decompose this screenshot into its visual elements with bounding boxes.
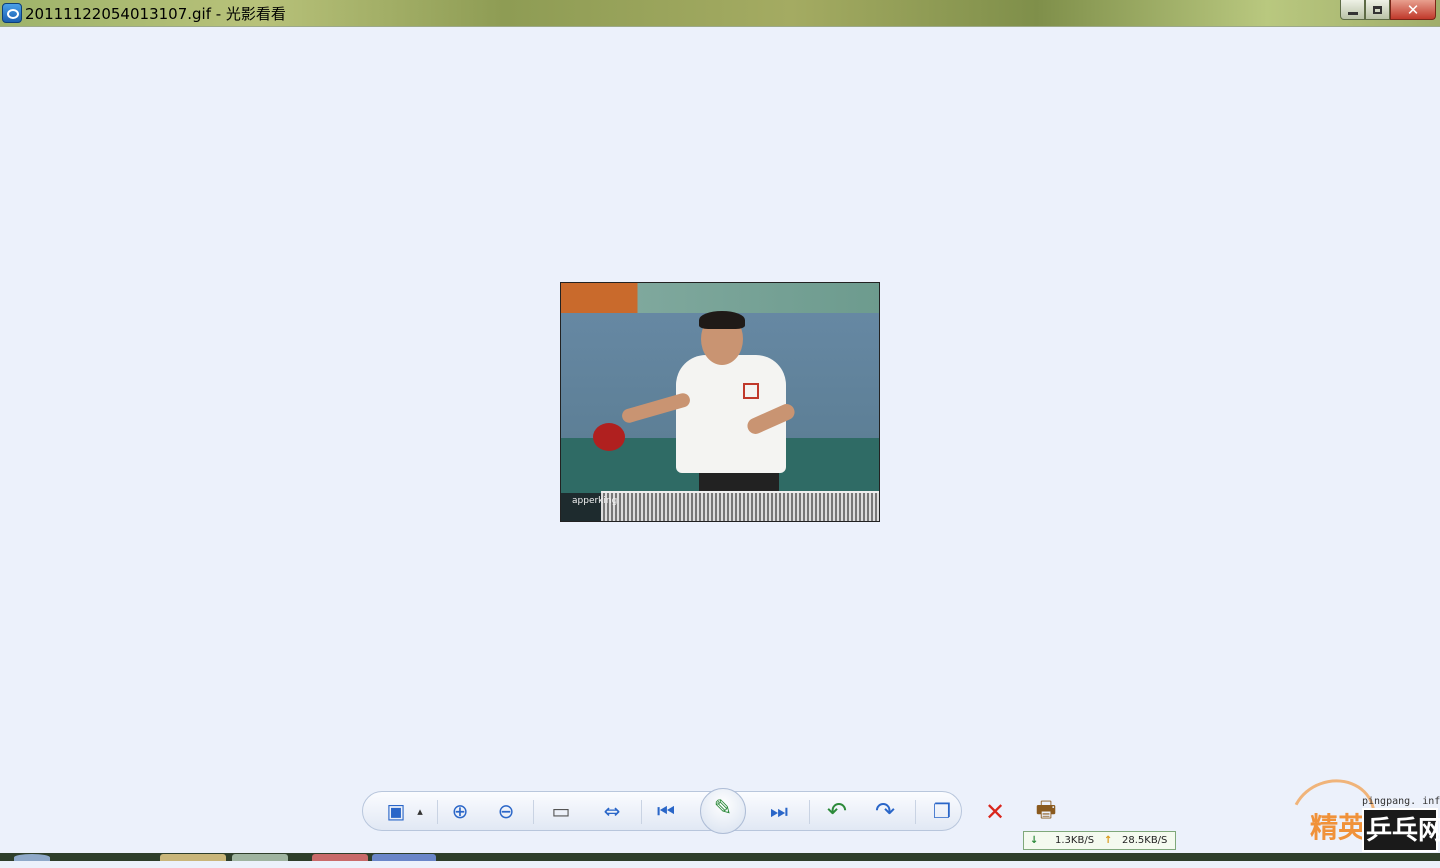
print-icon: 🖶 <box>1035 798 1057 823</box>
maximize-button[interactable] <box>1365 0 1390 20</box>
print-button[interactable]: 🖶 <box>1031 797 1061 827</box>
rotate-left-button[interactable]: ↶ <box>822 796 852 826</box>
zoom-out-icon: ⊖ <box>497 799 515 823</box>
actual-size-button[interactable]: ▭ <box>546 796 576 826</box>
taskbar-item[interactable] <box>372 854 436 861</box>
restore-icon <box>1373 5 1382 14</box>
site-url: pingpang. info <box>1362 796 1440 807</box>
window-title: 20111122054013107.gif - 光影看看 <box>25 5 286 23</box>
site-name-part1: 精英 <box>1310 811 1367 844</box>
picture-icon: ▣ <box>386 799 406 823</box>
minimize-icon <box>1347 11 1358 15</box>
taskbar-item[interactable] <box>160 854 226 861</box>
viewer-toolbar: ▣ ▴ ⊕ ⊖ ▭ ⇔ ⏮ ✎ ⏭ ↶ ↷ ❐ <box>362 788 962 834</box>
actual-size-icon: ▭ <box>551 799 571 823</box>
slideshow-button[interactable]: ▣ <box>381 796 411 826</box>
fit-window-icon: ⇔ <box>603 799 621 823</box>
zoom-out-button[interactable]: ⊖ <box>491 796 521 826</box>
minimize-button[interactable] <box>1340 0 1365 20</box>
toolbar-separator <box>437 800 438 824</box>
title-bar[interactable]: 20111122054013107.gif - 光影看看 ✕ <box>0 0 1440 27</box>
toolbar-separator <box>809 800 810 824</box>
app-icon <box>2 3 22 23</box>
image-watermark: apperking <box>572 496 618 506</box>
image-shirt-logo <box>743 383 759 399</box>
slideshow-dropdown-button[interactable]: ▴ <box>413 796 427 826</box>
image-background-top <box>561 283 879 313</box>
image-table-net <box>601 491 879 521</box>
rotate-right-button[interactable]: ↷ <box>870 796 900 826</box>
copy-button[interactable]: ❐ <box>927 796 957 826</box>
start-button[interactable] <box>14 854 50 861</box>
delete-button[interactable]: ✕ <box>980 797 1010 827</box>
toolbar-separator <box>641 800 642 824</box>
previous-icon: ⏮ <box>657 799 675 823</box>
triangle-up-icon: ▴ <box>417 804 423 818</box>
copy-icon: ❐ <box>933 799 951 823</box>
edit-icon: ✎ <box>713 796 733 821</box>
site-name-part2: 乒乓网 <box>1366 816 1440 846</box>
window-controls: ✕ <box>1340 0 1436 21</box>
download-arrow-icon: ↓ <box>1030 835 1039 846</box>
upload-speed: 28.5KB/S <box>1122 835 1168 846</box>
upload-arrow-icon: ↑ <box>1104 835 1113 846</box>
taskbar-item[interactable] <box>232 854 288 861</box>
delete-icon: ✕ <box>984 798 1006 826</box>
toolbar-separator <box>533 800 534 824</box>
zoom-in-button[interactable]: ⊕ <box>445 796 475 826</box>
next-button[interactable]: ⏭ <box>764 796 794 826</box>
zoom-in-icon: ⊕ <box>451 799 469 823</box>
close-button[interactable]: ✕ <box>1390 0 1436 20</box>
toolbar-separator <box>915 800 916 824</box>
displayed-image[interactable]: apperking <box>560 282 880 522</box>
edit-button[interactable]: ✎ <box>700 788 746 834</box>
image-player-hair <box>699 311 745 329</box>
taskbar-item[interactable] <box>312 854 368 861</box>
download-speed: 1.3KB/S <box>1055 835 1095 846</box>
image-paddle <box>593 423 625 451</box>
previous-button[interactable]: ⏮ <box>651 796 681 826</box>
rotate-left-icon: ↶ <box>826 797 848 825</box>
network-speed-widget[interactable]: ↓ 1.3KB/S ↑ 28.5KB/S <box>1023 831 1176 850</box>
rotate-right-icon: ↷ <box>874 797 896 825</box>
fit-window-button[interactable]: ⇔ <box>597 796 627 826</box>
next-icon: ⏭ <box>770 799 788 823</box>
